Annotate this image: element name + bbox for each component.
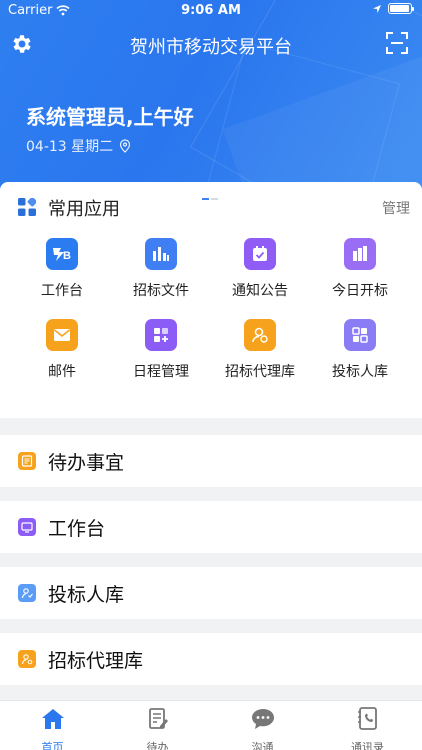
scan-icon[interactable] xyxy=(386,32,408,54)
svg-text:B: B xyxy=(63,250,71,262)
tiles-icon xyxy=(344,319,376,351)
tab-label: 待办 xyxy=(146,741,169,750)
agent-person-icon xyxy=(244,319,276,351)
app-label: 今日开标 xyxy=(332,283,388,299)
app-schedule[interactable]: 日程管理 xyxy=(111,319,211,381)
status-time: 9:06 AM xyxy=(181,3,241,18)
section-title: 投标人库 xyxy=(48,584,125,606)
tab-label: 通讯录 xyxy=(351,741,384,750)
app-mail[interactable]: 邮件 xyxy=(12,319,112,381)
bar-chart-icon xyxy=(145,238,177,270)
section-todo[interactable]: 待办事宜 xyxy=(0,435,422,487)
tab-bar: 首页 待办 沟通 通讯录 xyxy=(0,700,422,750)
section-agent-library[interactable]: 招标代理库 xyxy=(0,633,422,685)
app-label: 日程管理 xyxy=(133,364,189,380)
page-dot-active xyxy=(202,198,209,200)
date-line: 04-13 星期二 xyxy=(26,136,131,156)
section-title: 工作台 xyxy=(48,518,106,540)
page-indicator xyxy=(202,198,218,200)
section-bidder-library[interactable]: 投标人库 xyxy=(0,567,422,619)
app-notices[interactable]: 通知公告 xyxy=(210,238,310,300)
chat-icon xyxy=(251,709,274,729)
tab-chat[interactable]: 沟通 xyxy=(210,707,315,750)
manage-link[interactable]: 管理 xyxy=(382,198,410,218)
section-title: 招标代理库 xyxy=(48,650,144,672)
navbar: 贺州市移动交易平台 xyxy=(0,28,422,62)
location-arrow-icon xyxy=(373,4,381,13)
app-workbench[interactable]: B 工作台 xyxy=(12,238,112,300)
todo-list-icon xyxy=(18,452,36,470)
app-tender-docs[interactable]: 招标文件 xyxy=(111,238,211,300)
common-apps-card: 常用应用 管理 B 工作台 招标文件 通知公告 今日开标 邮件 日程管理 招标代… xyxy=(0,182,422,418)
tab-todo[interactable]: 待办 xyxy=(105,707,210,750)
app-label: 邮件 xyxy=(48,364,76,380)
bidder-icon xyxy=(18,584,36,602)
app-label: 招标代理库 xyxy=(225,364,295,380)
page-dot xyxy=(211,198,218,200)
section-title: 待办事宜 xyxy=(48,452,125,474)
building-chart-icon xyxy=(344,238,376,270)
status-bar: Carrier 9:06 AM xyxy=(0,0,422,22)
tab-contacts[interactable]: 通讯录 xyxy=(315,707,420,750)
date-text: 04-13 星期二 xyxy=(26,139,114,155)
apps-header: 常用应用 管理 xyxy=(0,182,422,232)
app-label: 工作台 xyxy=(41,283,83,299)
agent-icon xyxy=(18,650,36,668)
contacts-icon xyxy=(357,707,377,730)
battery-icon xyxy=(388,3,414,14)
tab-label: 沟通 xyxy=(251,741,274,750)
tab-home[interactable]: 首页 xyxy=(0,707,105,750)
app-label: 通知公告 xyxy=(232,283,288,299)
workbench-logo-icon: B xyxy=(46,238,78,270)
mail-icon xyxy=(46,319,78,351)
apps-title: 常用应用 xyxy=(48,199,120,220)
app-label: 招标文件 xyxy=(133,283,189,299)
calendar-check-icon xyxy=(244,238,276,270)
app-today-opening[interactable]: 今日开标 xyxy=(310,238,410,300)
app-bidder-library[interactable]: 投标人库 xyxy=(310,319,410,381)
grid-plus-icon xyxy=(145,319,177,351)
location-pin-icon[interactable] xyxy=(119,139,131,153)
home-icon xyxy=(41,709,64,729)
app-agent-library[interactable]: 招标代理库 xyxy=(210,319,310,381)
todo-edit-icon xyxy=(148,708,168,729)
header: Carrier 9:06 AM 贺州市移动交易平台 系统管理员,上午好 04-1… xyxy=(0,0,422,196)
greeting-text: 系统管理员,上午好 xyxy=(26,105,194,129)
app-label: 投标人库 xyxy=(332,364,388,380)
section-workbench[interactable]: 工作台 xyxy=(0,501,422,553)
app-title: 贺州市移动交易平台 xyxy=(130,37,292,58)
apps-grid-icon xyxy=(18,198,36,216)
monitor-icon xyxy=(18,518,36,536)
tab-label: 首页 xyxy=(41,741,64,750)
